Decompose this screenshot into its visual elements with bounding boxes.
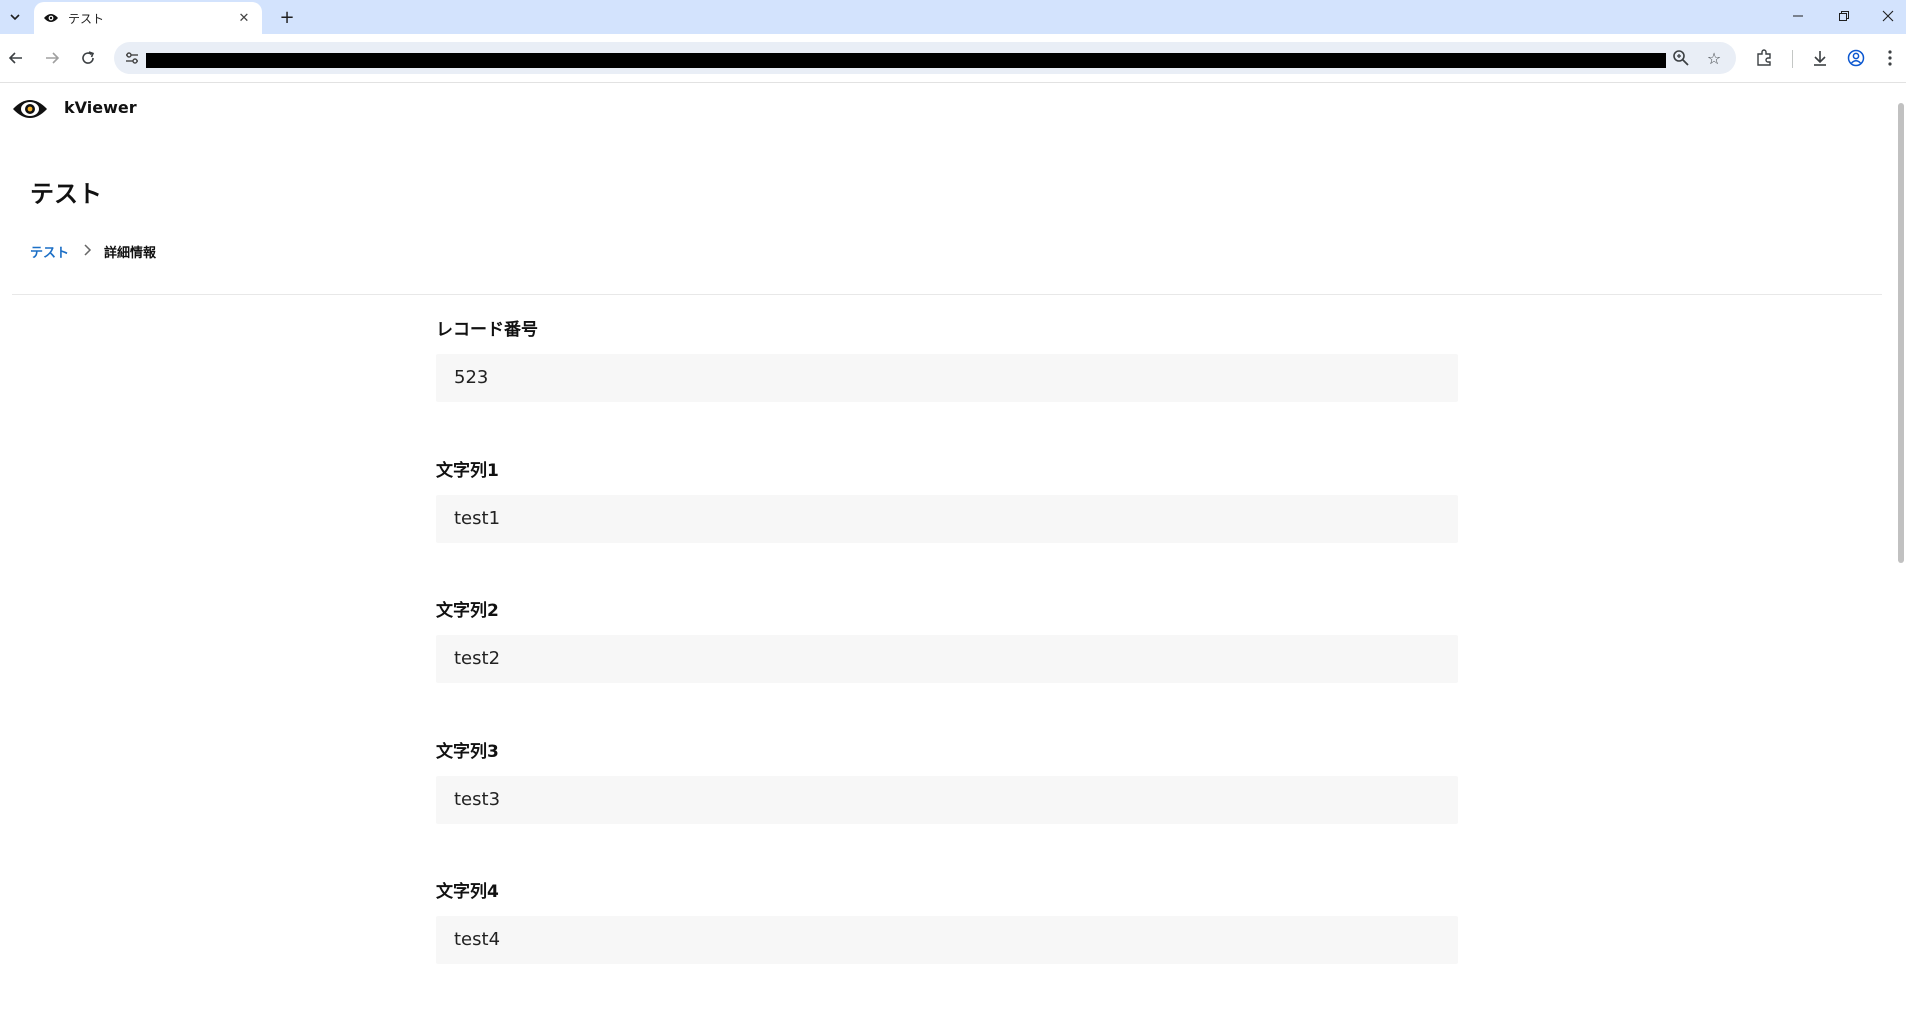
url-text-redacted[interactable]: [146, 53, 1666, 68]
browser-toolbar: ☆: [0, 34, 1906, 83]
tab-close-icon[interactable]: ✕: [234, 8, 254, 28]
field-string3: 文字列3 test3: [436, 740, 1458, 824]
browser-tabstrip: テスト ✕ +: [0, 0, 1906, 34]
field-label: 文字列4: [436, 882, 499, 902]
restore-window-icon[interactable]: [1822, 0, 1866, 32]
app-header: kViewer: [0, 83, 1890, 137]
close-window-icon[interactable]: [1866, 0, 1906, 32]
brand-name[interactable]: kViewer: [64, 98, 137, 117]
field-value: test3: [436, 776, 1458, 824]
downloads-icon[interactable]: [1808, 46, 1832, 70]
chevron-right-icon: [82, 243, 92, 260]
breadcrumb: テスト 詳細情報: [30, 242, 156, 261]
page-scrollbar-thumb[interactable]: [1898, 103, 1904, 563]
reload-icon[interactable]: [76, 46, 100, 70]
field-value: 523: [436, 354, 1458, 402]
header-divider: [12, 294, 1882, 295]
back-arrow-icon[interactable]: [4, 46, 28, 70]
toolbar-divider: [1792, 50, 1793, 68]
site-settings-icon[interactable]: [124, 50, 140, 66]
field-string4: 文字列4 test4: [436, 880, 1458, 964]
zoom-icon[interactable]: [1672, 49, 1690, 67]
extensions-puzzle-icon[interactable]: [1752, 46, 1776, 70]
field-string1: 文字列1 test1: [436, 459, 1458, 543]
bookmark-star-icon[interactable]: ☆: [1704, 48, 1724, 68]
field-value: test1: [436, 495, 1458, 543]
breadcrumb-current: 詳細情報: [104, 246, 157, 261]
eye-logo-icon[interactable]: [12, 97, 48, 121]
new-tab-plus-icon[interactable]: +: [276, 6, 298, 28]
field-label: 文字列3: [436, 742, 499, 762]
browser-tab-title: テスト: [68, 11, 105, 26]
eye-favicon-icon: [42, 9, 60, 27]
minimize-window-icon[interactable]: [1776, 0, 1820, 32]
field-value: test4: [436, 916, 1458, 964]
breadcrumb-link-list[interactable]: テスト: [30, 242, 69, 261]
field-label: レコード番号: [436, 320, 538, 340]
browser-menu-kebab-icon[interactable]: [1880, 46, 1900, 70]
address-bar[interactable]: ☆: [114, 42, 1736, 74]
field-string2: 文字列2 test2: [436, 599, 1458, 683]
tab-search-chevron-icon[interactable]: [4, 6, 26, 28]
field-label: 文字列2: [436, 601, 499, 621]
browser-tab-active[interactable]: テスト ✕: [34, 2, 262, 34]
field-record-number: レコード番号 523: [436, 318, 1458, 402]
field-value: test2: [436, 635, 1458, 683]
profile-avatar-icon[interactable]: [1844, 46, 1868, 70]
field-label: 文字列1: [436, 461, 499, 481]
forward-arrow-icon[interactable]: [40, 46, 64, 70]
page-title: テスト: [30, 180, 102, 208]
